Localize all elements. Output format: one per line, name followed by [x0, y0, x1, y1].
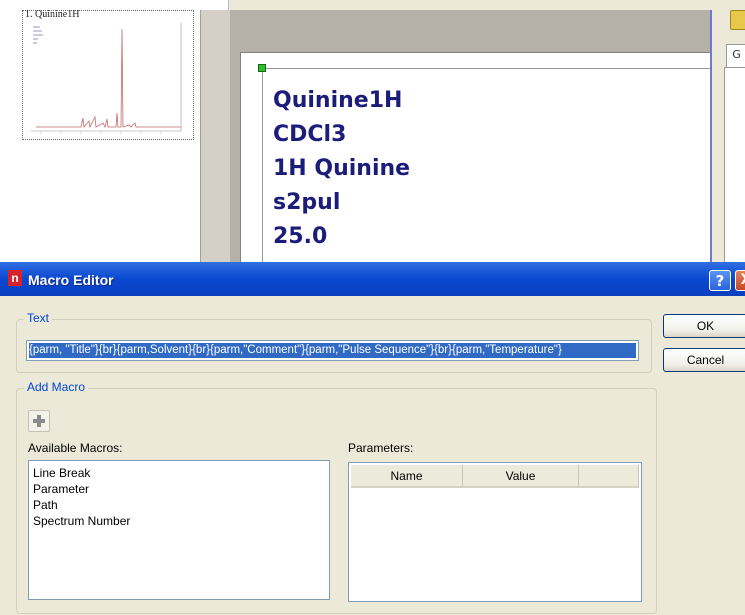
resize-handle[interactable] — [258, 64, 266, 72]
add-macro-label: Add Macro — [24, 380, 89, 394]
list-item[interactable]: Line Break — [33, 466, 90, 480]
text-group-label: Text — [24, 311, 53, 325]
available-macros-label: Available Macros: — [28, 441, 123, 455]
doc-line-5: 25.0 — [273, 224, 328, 249]
right-panel-tab[interactable]: G — [726, 44, 745, 69]
macro-text-input[interactable]: {parm, "Title"}{br}{parm,Solvent}{br}{pa… — [26, 340, 639, 361]
thumbnail-plot — [31, 23, 185, 135]
doc-line-3: 1H Quinine — [273, 156, 411, 181]
doc-line-4: s2pul — [273, 190, 341, 215]
app-icon: n — [8, 270, 22, 286]
add-macro-button[interactable] — [28, 410, 50, 432]
close-icon[interactable]: X — [735, 270, 745, 291]
thumbnail-title: 1. Quinine1H — [25, 9, 80, 20]
list-item[interactable]: Path — [33, 498, 58, 512]
column-header-filler — [579, 465, 639, 488]
splitter[interactable] — [200, 10, 231, 262]
macro-text-value: {parm, "Title"}{br}{parm,Solvent}{br}{pa… — [29, 343, 636, 358]
right-panel-content — [724, 67, 745, 264]
available-macros-list[interactable]: Line Break Parameter Path Spectrum Numbe… — [28, 460, 330, 600]
list-item[interactable]: Parameter — [33, 482, 89, 496]
column-header-name[interactable]: Name — [351, 465, 463, 488]
plus-icon — [33, 415, 45, 427]
doc-line-1: Quinine1H — [273, 88, 403, 113]
help-icon[interactable]: ? — [709, 270, 731, 291]
column-header-value[interactable]: Value — [463, 465, 579, 488]
parameters-label: Parameters: — [348, 441, 414, 455]
doc-line-2: CDCl3 — [273, 122, 347, 147]
list-item[interactable]: Spectrum Number — [33, 514, 130, 528]
ok-button[interactable]: OK — [663, 314, 745, 338]
cancel-button[interactable]: Cancel — [663, 348, 745, 372]
folder-icon[interactable] — [730, 10, 745, 30]
dialog-title: Macro Editor — [28, 272, 114, 288]
parameters-table[interactable]: Name Value — [348, 462, 642, 602]
spectrum-thumbnail[interactable]: 1. Quinine1H — [22, 9, 194, 140]
